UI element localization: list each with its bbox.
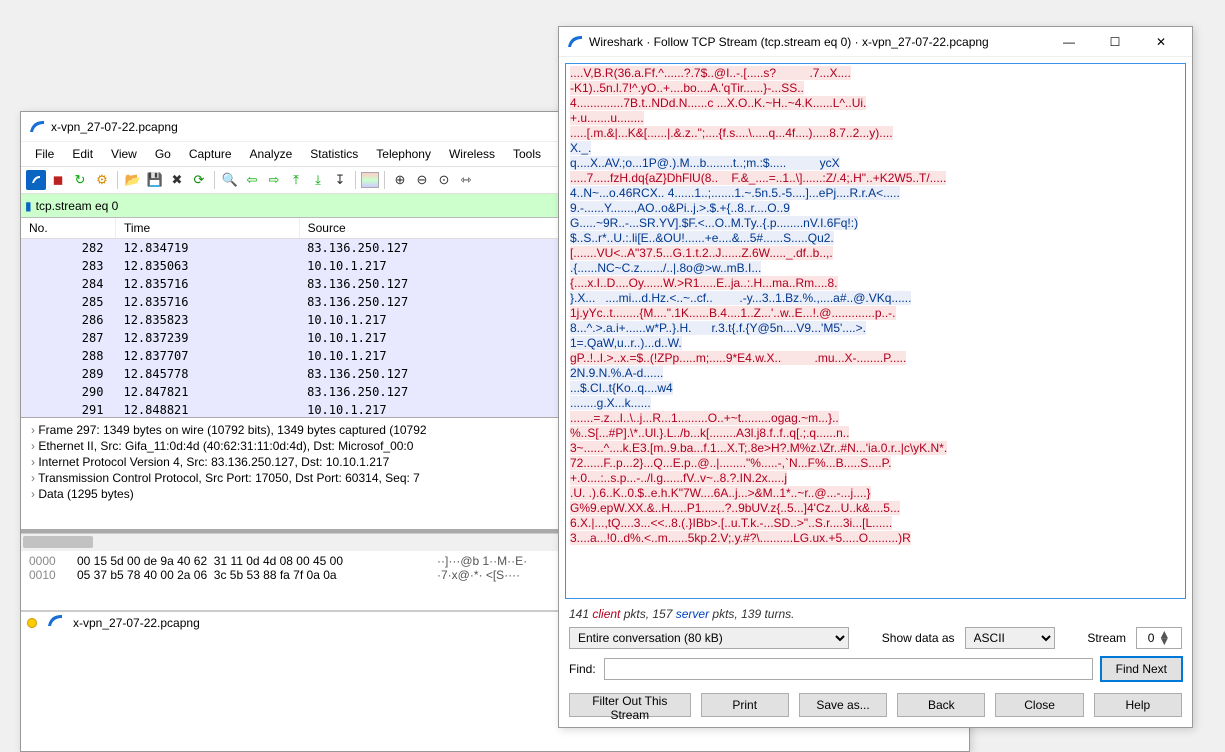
show-as-label: Show data as: [882, 631, 955, 645]
wireshark-icon: [567, 34, 583, 50]
column-header[interactable]: No.: [21, 218, 115, 239]
start-capture-button[interactable]: [26, 170, 46, 190]
statusbar-shark-icon: [47, 613, 63, 632]
menu-go[interactable]: Go: [147, 144, 179, 164]
zoom-out-button[interactable]: ⊖: [412, 170, 432, 190]
go-last-button[interactable]: ⤓: [308, 170, 328, 190]
stream-label: Stream: [1087, 631, 1126, 645]
menu-view[interactable]: View: [103, 144, 145, 164]
go-next-button[interactable]: ⇨: [264, 170, 284, 190]
conversation-select[interactable]: Entire conversation (80 kB): [569, 627, 849, 649]
close-button[interactable]: ✕: [1138, 27, 1184, 57]
go-first-button[interactable]: ⤒: [286, 170, 306, 190]
menu-wireless[interactable]: Wireless: [441, 144, 503, 164]
expert-info-icon[interactable]: [27, 618, 37, 628]
menu-statistics[interactable]: Statistics: [302, 144, 366, 164]
find-next-button[interactable]: Find Next: [1101, 657, 1182, 681]
find-label: Find:: [569, 662, 596, 676]
reload-button[interactable]: ⟳: [189, 170, 209, 190]
restart-capture-button[interactable]: ↻: [70, 170, 90, 190]
close-file-button[interactable]: ✖: [167, 170, 187, 190]
wireshark-icon: [29, 119, 45, 135]
stream-number-value: 0: [1148, 631, 1155, 645]
zoom-reset-button[interactable]: ⊙: [434, 170, 454, 190]
follow-tcp-window: Wireshark · Follow TCP Stream (tcp.strea…: [558, 26, 1193, 728]
options-button[interactable]: ⚙: [92, 170, 112, 190]
find-packet-button[interactable]: 🔍: [220, 170, 240, 190]
stop-capture-button[interactable]: ◼: [48, 170, 68, 190]
help-button[interactable]: Help: [1094, 693, 1182, 717]
print-button[interactable]: Print: [701, 693, 789, 717]
menu-tools[interactable]: Tools: [505, 144, 549, 164]
stream-number-spinner[interactable]: 0 ▲▼: [1136, 627, 1182, 649]
maximize-button[interactable]: ☐: [1092, 27, 1138, 57]
statusbar-file: x-vpn_27-07-22.pcapng: [73, 616, 200, 630]
packet-stats: 141 client pkts, 157 server pkts, 139 tu…: [559, 605, 1192, 623]
open-file-button[interactable]: 📂: [123, 170, 143, 190]
stream-content[interactable]: ....V,B.R(36.a.Ff.^......?.7$..@I..-.[..…: [565, 63, 1186, 599]
go-prev-button[interactable]: ⇦: [242, 170, 262, 190]
follow-titlebar[interactable]: Wireshark · Follow TCP Stream (tcp.strea…: [559, 27, 1192, 57]
show-as-select[interactable]: ASCII: [965, 627, 1055, 649]
save-as--button[interactable]: Save as...: [799, 693, 887, 717]
resize-columns-button[interactable]: ⇿: [456, 170, 476, 190]
colorize-button[interactable]: [361, 172, 379, 188]
zoom-in-button[interactable]: ⊕: [390, 170, 410, 190]
filter-out-this-stream-button[interactable]: Filter Out This Stream: [569, 693, 691, 717]
autoscroll-button[interactable]: ↧: [330, 170, 350, 190]
column-header[interactable]: Source: [299, 218, 565, 239]
menu-telephony[interactable]: Telephony: [368, 144, 439, 164]
display-filter-icon[interactable]: ▮: [25, 199, 32, 213]
back-button[interactable]: Back: [897, 693, 985, 717]
menu-analyze[interactable]: Analyze: [242, 144, 301, 164]
menu-file[interactable]: File: [27, 144, 62, 164]
menu-capture[interactable]: Capture: [181, 144, 240, 164]
find-input[interactable]: [604, 658, 1093, 680]
column-header[interactable]: Time: [115, 218, 299, 239]
save-file-button[interactable]: 💾: [145, 170, 165, 190]
minimize-button[interactable]: —: [1046, 27, 1092, 57]
follow-title: Wireshark · Follow TCP Stream (tcp.strea…: [589, 35, 1046, 49]
menu-edit[interactable]: Edit: [64, 144, 101, 164]
close-button[interactable]: Close: [995, 693, 1083, 717]
